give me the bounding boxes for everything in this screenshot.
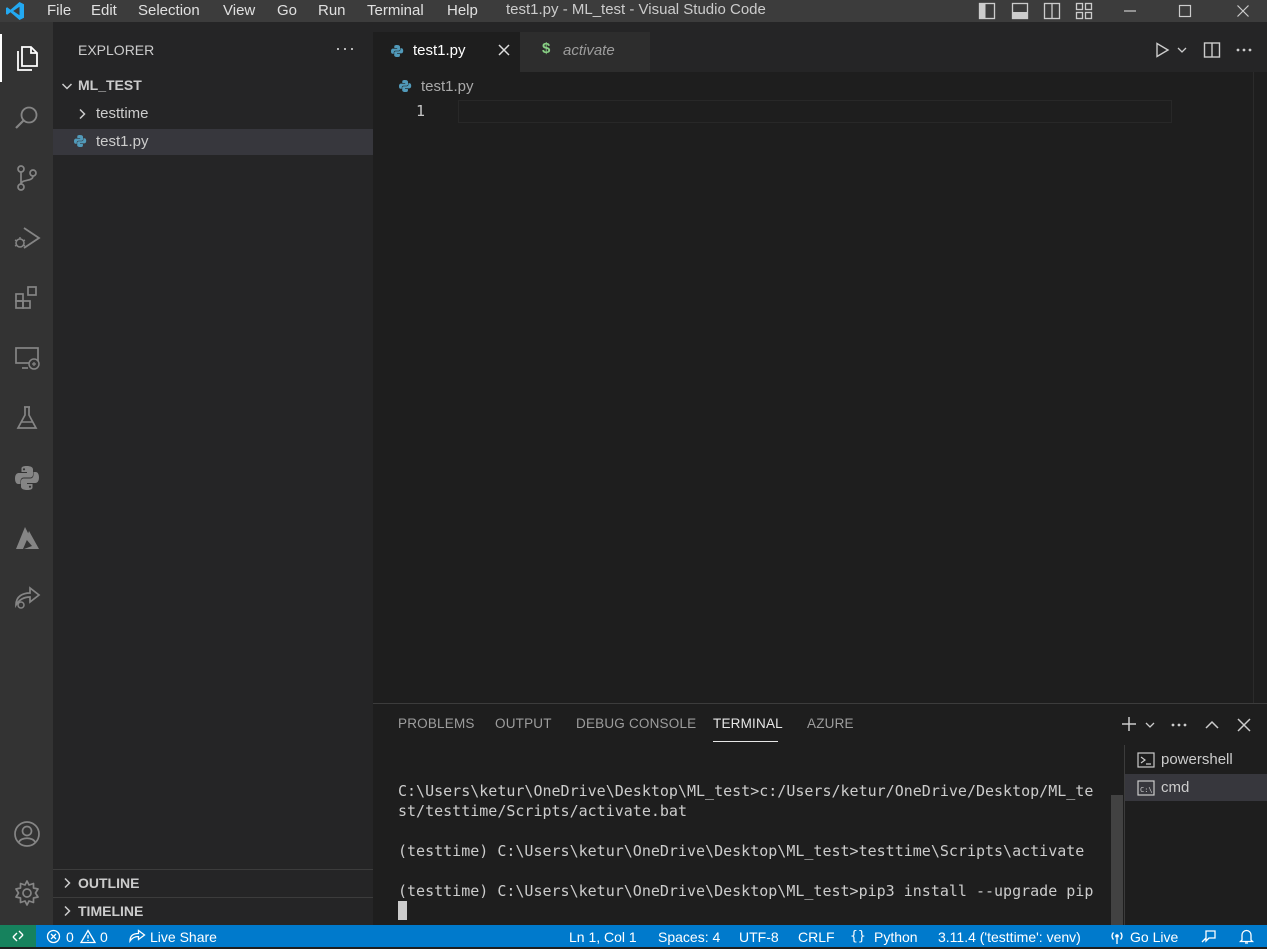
python-icon[interactable] (0, 454, 53, 502)
toggle-sidebar-layout-icon[interactable] (972, 0, 1002, 22)
explorer-title: EXPLORER (78, 42, 155, 58)
python-interpreter[interactable]: 3.11.4 ('testtime': venv) (938, 925, 1081, 947)
menu-run[interactable]: Run (318, 0, 346, 22)
terminal-cmd-icon: C:\ (1137, 779, 1155, 797)
panel-more-actions-icon[interactable] (1170, 716, 1188, 734)
terminal-line-1: C:\Users\ketur\OneDrive\Desktop\ML_test>… (398, 782, 1094, 800)
extensions-icon[interactable] (0, 274, 53, 322)
azure-icon[interactable] (0, 514, 53, 562)
file-encoding[interactable]: UTF-8 (739, 925, 779, 947)
terminal-line-2: st/testtime/Scripts/activate.bat (398, 802, 687, 820)
accounts-icon[interactable] (0, 810, 53, 858)
menu-file[interactable]: File (47, 0, 71, 22)
terminal-profile-chevron-icon[interactable] (1144, 719, 1156, 731)
explorer-more-actions-icon[interactable]: ··· (335, 38, 356, 59)
editor-more-actions-icon[interactable] (1235, 41, 1253, 59)
cursor-position[interactable]: Ln 1, Col 1 (569, 925, 637, 947)
toggle-secondary-sidebar-icon[interactable] (1037, 0, 1067, 22)
vscode-logo-icon (4, 0, 26, 22)
outline-label: OUTLINE (78, 875, 140, 891)
run-python-file-icon[interactable] (1153, 41, 1171, 59)
editor-scrollbar-track[interactable] (1253, 72, 1254, 703)
tree-item-test1-py-label: test1.py (96, 133, 149, 150)
folder-ml-test-label: ML_TEST (78, 77, 142, 93)
feedback-icon[interactable] (1200, 928, 1217, 945)
live-share-status-icon (129, 929, 146, 944)
close-panel-icon[interactable] (1236, 717, 1252, 733)
go-live-broadcast-icon (1109, 929, 1125, 945)
minimize-icon[interactable] (1115, 0, 1145, 22)
tab-problems[interactable]: PROBLEMS (398, 716, 475, 736)
menu-go[interactable]: Go (277, 0, 297, 22)
tree-item-testtime-label: testtime (96, 105, 149, 122)
warning-count[interactable]: 0 (100, 925, 108, 947)
run-and-debug-icon[interactable] (0, 214, 53, 262)
outline-chevron-right-icon (60, 876, 74, 890)
go-live-button[interactable]: Go Live (1130, 925, 1178, 947)
error-icon (46, 929, 61, 944)
explorer-icon[interactable] (0, 34, 53, 82)
customize-layout-icon[interactable] (1069, 0, 1099, 22)
indentation-setting[interactable]: Spaces: 4 (658, 925, 720, 947)
live-share-icon[interactable] (0, 574, 53, 622)
toggle-panel-layout-icon[interactable] (1005, 0, 1035, 22)
warning-icon (80, 929, 96, 944)
terminal-line-3: (testtime) C:\Users\ketur\OneDrive\Deskt… (398, 842, 1085, 860)
live-share-status[interactable]: Live Share (150, 925, 217, 947)
window-title: test1.py - ML_test - Visual Studio Code (506, 1, 766, 18)
tab-python-file-icon (390, 44, 404, 58)
run-dropdown-chevron-icon[interactable] (1176, 44, 1188, 56)
terminal-scrollbar-thumb[interactable] (1111, 795, 1123, 925)
breadcrumb-python-icon (398, 79, 412, 93)
language-mode[interactable]: Python (874, 925, 918, 947)
tab-azure[interactable]: AZURE (807, 716, 854, 736)
remote-indicator-icon[interactable] (0, 925, 36, 947)
tab-terminal[interactable]: TERMINAL (713, 716, 783, 736)
sidebar (53, 22, 373, 925)
tab-close-icon[interactable] (497, 43, 511, 57)
maximize-icon[interactable] (1170, 0, 1200, 22)
source-control-icon[interactable] (0, 154, 53, 202)
new-terminal-plus-icon[interactable] (1120, 715, 1138, 733)
menu-selection[interactable]: Selection (138, 0, 200, 22)
svg-text:C:\: C:\ (1140, 786, 1153, 794)
close-window-icon[interactable] (1228, 0, 1258, 22)
tab-activate-label: activate (563, 42, 615, 59)
end-of-line[interactable]: CRLF (798, 925, 835, 947)
timeline-chevron-right-icon (60, 904, 74, 918)
split-editor-icon[interactable] (1203, 41, 1221, 59)
chevron-right-icon (75, 107, 89, 121)
settings-gear-icon[interactable] (0, 869, 53, 917)
breadcrumb[interactable]: test1.py (421, 78, 474, 95)
shell-script-icon: $ (542, 40, 551, 57)
terminal-line-4: (testtime) C:\Users\ketur\OneDrive\Deskt… (398, 882, 1094, 900)
terminal-powershell-icon (1137, 751, 1155, 769)
menu-terminal[interactable]: Terminal (367, 0, 424, 22)
error-count[interactable]: 0 (66, 925, 74, 947)
terminal-tab-underline (713, 741, 778, 742)
current-line-highlight (458, 100, 1172, 123)
chevron-down-icon (60, 79, 74, 93)
maximize-panel-chevron-up-icon[interactable] (1203, 716, 1221, 734)
tab-debug-console[interactable]: DEBUG CONSOLE (576, 716, 696, 736)
terminal-item-powershell-label: powershell (1161, 751, 1233, 768)
braces-icon: {} (850, 929, 866, 944)
testing-icon[interactable] (0, 394, 53, 442)
editor-area[interactable] (373, 72, 1267, 703)
search-icon[interactable] (0, 94, 53, 142)
remote-explorer-icon[interactable] (0, 334, 53, 382)
terminal-item-cmd-label: cmd (1161, 779, 1190, 796)
timeline-label: TIMELINE (78, 903, 144, 919)
menu-edit[interactable]: Edit (91, 0, 117, 22)
line-number: 1 (416, 102, 426, 120)
terminal-cursor (398, 901, 407, 920)
menu-view[interactable]: View (223, 0, 255, 22)
tab-test1-py-label: test1.py (413, 42, 466, 59)
menu-help[interactable]: Help (447, 0, 478, 22)
notifications-bell-icon[interactable] (1238, 928, 1255, 945)
python-file-icon (73, 134, 87, 148)
tab-output[interactable]: OUTPUT (495, 716, 552, 736)
